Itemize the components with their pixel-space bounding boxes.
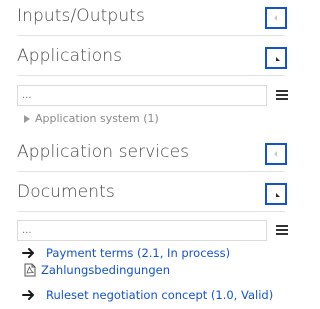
- section-documents: Documents: [17, 178, 285, 212]
- section-title: Applications: [17, 46, 123, 66]
- tree-item-label: Application system (1): [35, 112, 159, 125]
- properties-panel: Inputs/Outputs Applications Application …: [0, 0, 309, 309]
- documents-filter-input[interactable]: [22, 222, 260, 239]
- section-title: Inputs/Outputs: [17, 6, 145, 26]
- documents-filter[interactable]: [17, 220, 267, 241]
- document-link[interactable]: Payment terms (2.1, In process): [46, 246, 230, 260]
- document-link[interactable]: Ruleset negotiation concept (1.0, Valid): [46, 288, 273, 302]
- arrow-right-icon: [22, 290, 34, 300]
- section-applications: Applications: [17, 42, 285, 76]
- section-application-services: Application services: [17, 138, 285, 172]
- hamburger-menu-icon[interactable]: [276, 90, 288, 101]
- tree-item-application-system[interactable]: Application system (1): [24, 112, 159, 125]
- arrow-right-icon: [22, 248, 34, 258]
- applications-filter-input[interactable]: [22, 87, 260, 104]
- attachment-name: Zahlungsbedingungen: [41, 263, 170, 277]
- section-title: Application services: [17, 142, 190, 162]
- section-inputs-outputs: Inputs/Outputs: [17, 2, 285, 36]
- applications-filter[interactable]: [17, 85, 267, 106]
- hamburger-menu-icon[interactable]: [276, 225, 288, 236]
- corner-fold-icon[interactable]: [265, 47, 287, 69]
- pdf-file-icon: [24, 263, 36, 277]
- collapse-left-icon[interactable]: [265, 143, 287, 165]
- corner-fold-icon[interactable]: [265, 183, 287, 205]
- collapse-left-icon[interactable]: [265, 7, 287, 29]
- expand-triangle-icon[interactable]: [24, 115, 30, 123]
- section-title: Documents: [17, 182, 115, 202]
